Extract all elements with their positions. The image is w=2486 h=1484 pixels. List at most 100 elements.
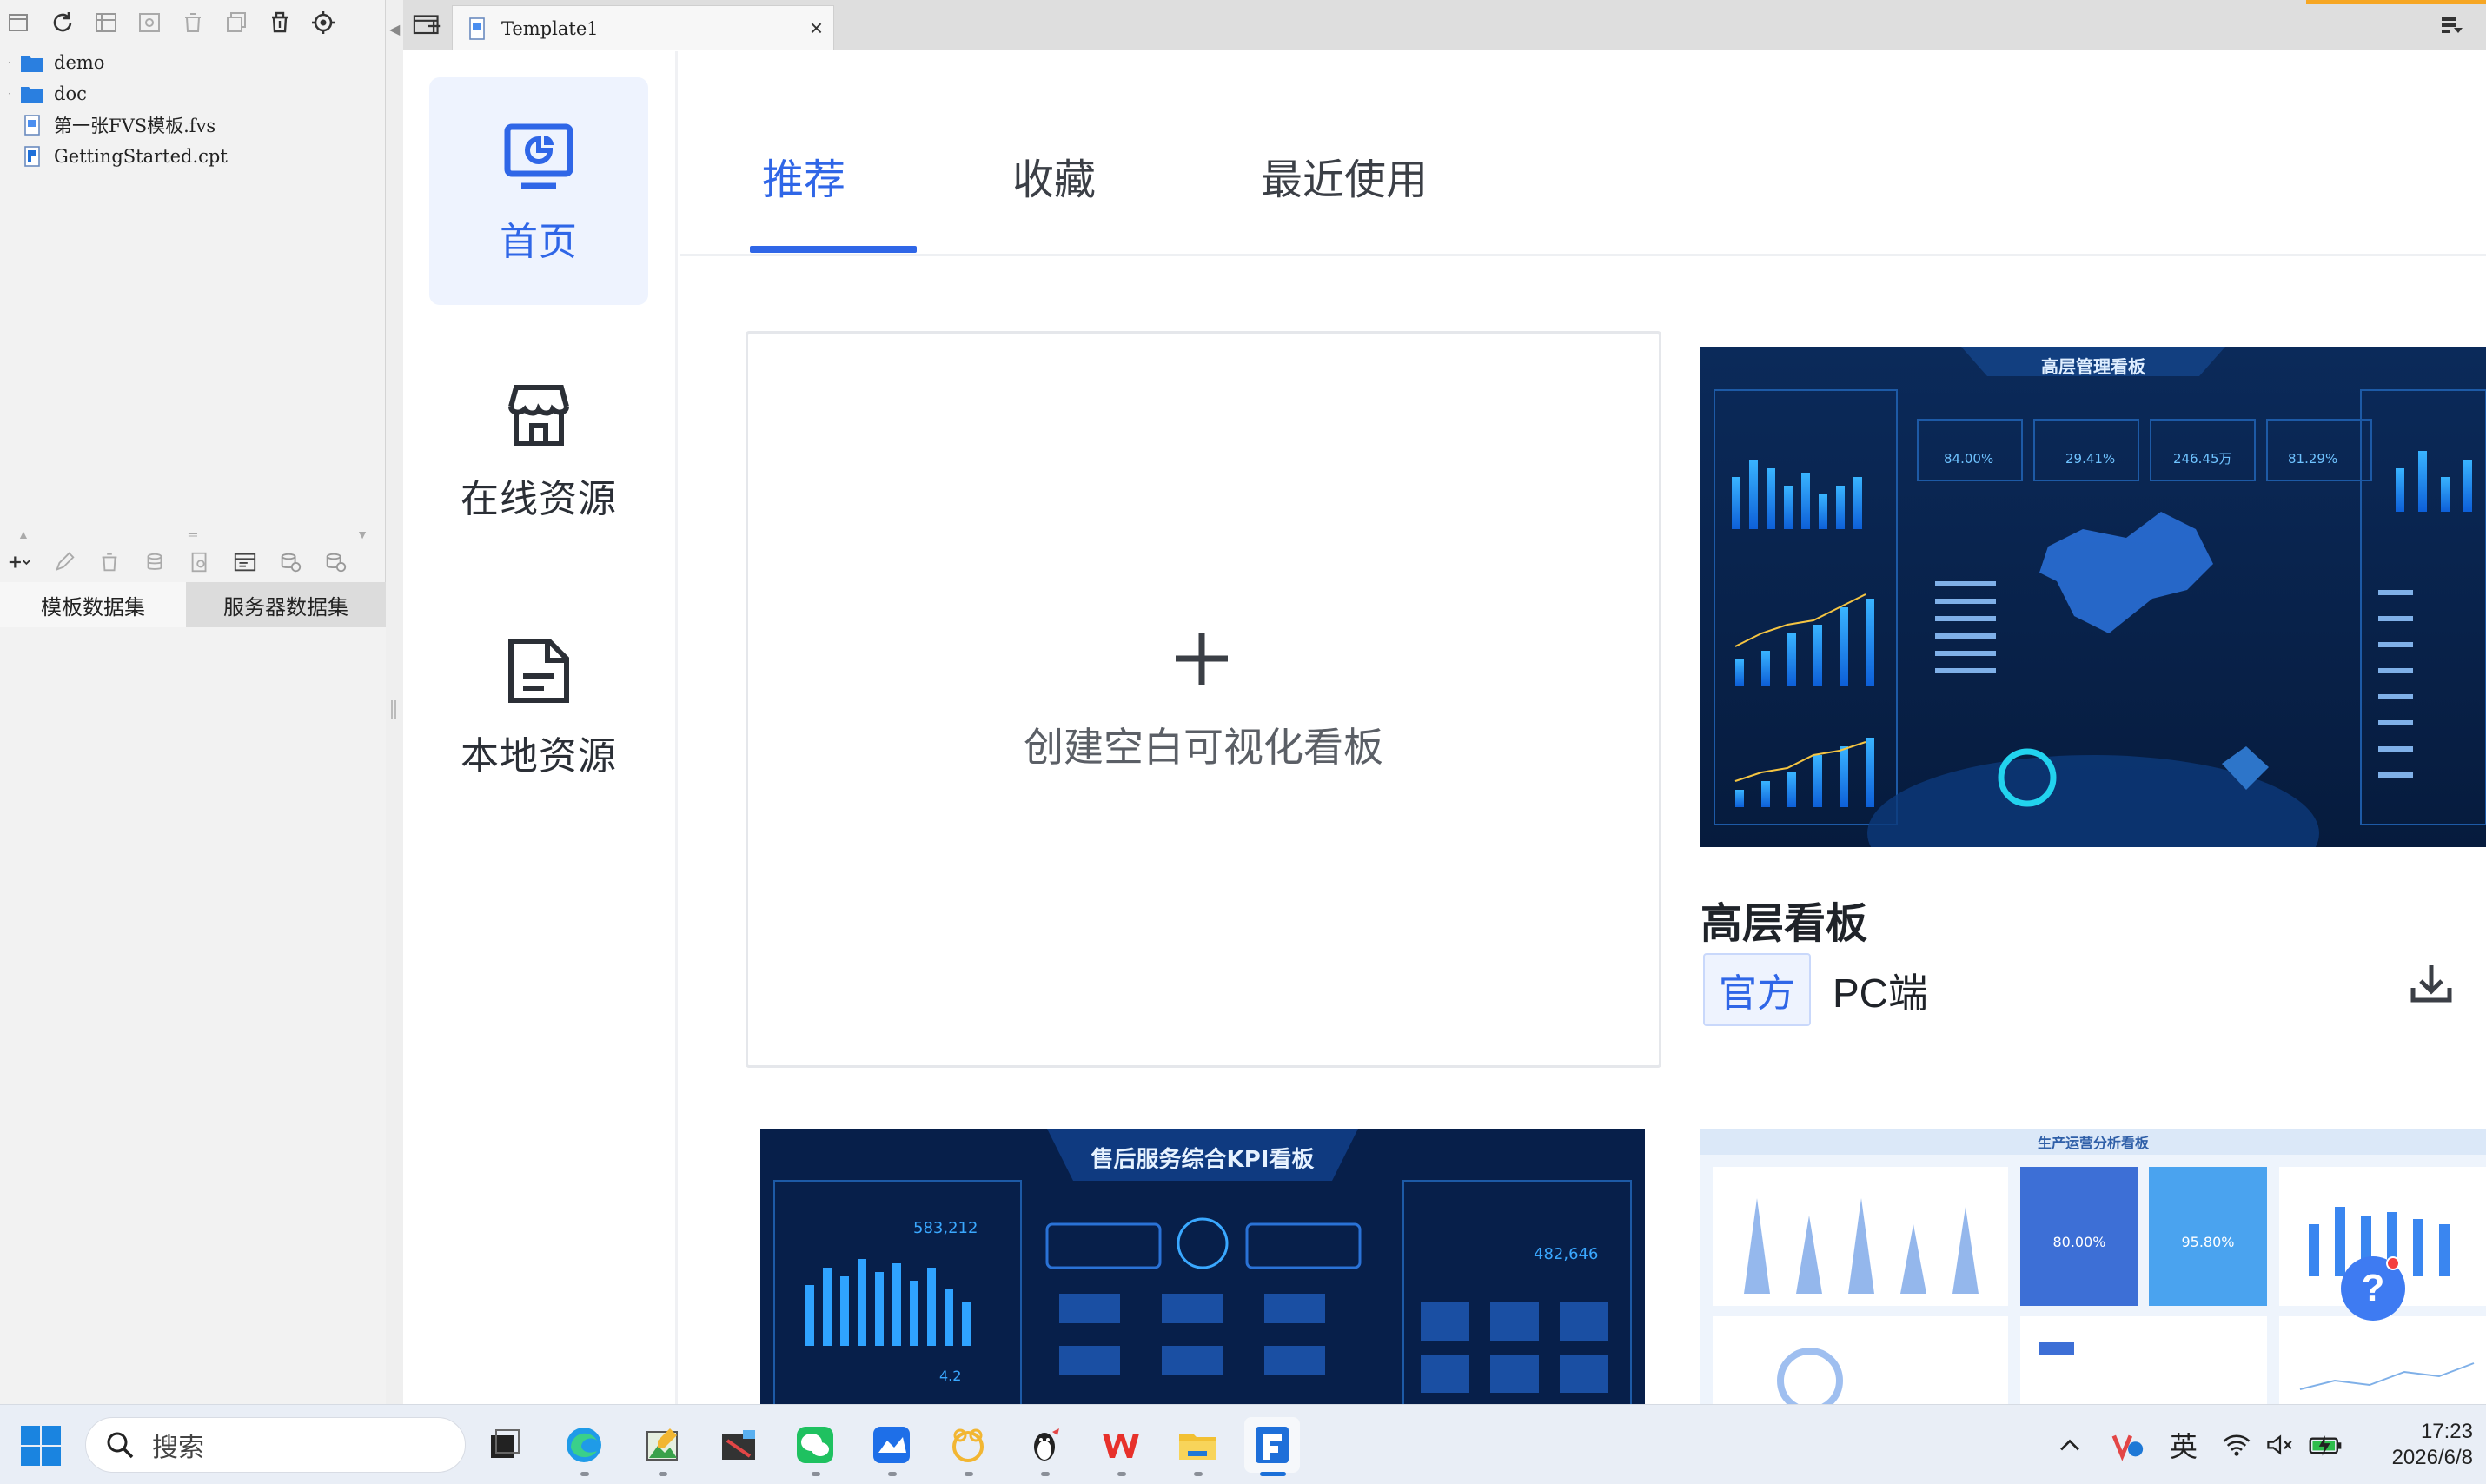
tree-item-label: 第一张FVS模板.fvs <box>54 116 216 136</box>
template-title: 高层看板 <box>1700 901 1868 947</box>
preview-icon[interactable] <box>184 547 215 578</box>
progress-indicator <box>2306 0 2486 4</box>
template-preview-kpi[interactable]: 售后服务综合KPI看板 583,212 4.2 482,646 <box>760 1129 1645 1404</box>
server-settings-icon[interactable] <box>320 547 351 578</box>
kpi-value: 80.00% <box>2052 1234 2105 1250</box>
folder-icon <box>19 83 45 105</box>
yellow-app-icon[interactable] <box>940 1417 996 1476</box>
tab-server-dataset[interactable]: 服务器数据集 <box>186 582 386 627</box>
tab-menu-icon[interactable] <box>2436 12 2466 38</box>
create-blank-dashboard-card[interactable]: 创建空白可视化看板 <box>746 331 1661 1068</box>
image-editor-icon[interactable] <box>634 1417 690 1476</box>
lock-icon[interactable] <box>264 7 295 38</box>
refresh-icon[interactable] <box>47 7 78 38</box>
file-toolbar <box>0 0 386 45</box>
settings-file-icon[interactable] <box>134 7 165 38</box>
tab-recent[interactable]: 最近使用 <box>1261 145 1428 206</box>
wechat-icon[interactable] <box>787 1417 843 1476</box>
left-panel: · demo · doc 第一张FVS模板.fvs GettingStarted… <box>0 0 386 1404</box>
tab-template1[interactable]: Template1 × <box>452 5 834 50</box>
preview-heading: 生产运营分析看板 <box>2038 1135 2150 1151</box>
windows-start-icon[interactable] <box>19 1424 63 1467</box>
kpi-value: 482,646 <box>1534 1245 1598 1263</box>
nav-label: 首页 <box>500 221 578 263</box>
delete-dataset-icon[interactable] <box>94 547 125 578</box>
content-panel: 推荐 收藏 最近使用 创建空白可视化看板 高层管理看板 84.00% 29.41… <box>680 51 2486 1404</box>
dataset-config-icon[interactable] <box>229 547 261 578</box>
finereport-designer-icon[interactable] <box>1244 1417 1300 1476</box>
edit-icon[interactable] <box>49 547 80 578</box>
edge-browser-icon[interactable] <box>556 1417 612 1476</box>
template-preview-executive[interactable]: 高层管理看板 84.00% 29.41% 246.45万 81.29% <box>1700 347 2486 847</box>
delete-icon[interactable] <box>177 7 209 38</box>
cpt-file-icon <box>19 145 45 168</box>
tab-recommended[interactable]: 推荐 <box>762 145 845 206</box>
new-file-icon[interactable] <box>3 7 35 38</box>
vertical-splitter[interactable]: ◀ <box>386 0 403 1404</box>
store-icon <box>508 385 569 446</box>
system-clock[interactable]: 17:23 2026/6/8 <box>2360 1419 2473 1471</box>
penguin-app-icon[interactable] <box>1017 1417 1072 1476</box>
dashboard-preview-thumbnail: 售后服务综合KPI看板 583,212 4.2 482,646 <box>760 1129 1645 1404</box>
grip-handle[interactable] <box>391 700 396 719</box>
copy-icon[interactable] <box>221 7 252 38</box>
tree-item-demo[interactable]: · demo <box>0 47 386 78</box>
active-tab-underline <box>750 246 917 253</box>
locate-icon[interactable] <box>308 7 339 38</box>
tree-item-cpt[interactable]: GettingStarted.cpt <box>0 141 386 172</box>
kpi-value: 84.00% <box>1944 451 1993 467</box>
search-placeholder: 搜索 <box>152 1434 204 1462</box>
nav-label: 本地资源 <box>461 735 617 778</box>
close-tab-icon[interactable]: × <box>810 17 823 39</box>
collapse-down-icon[interactable]: ▼ <box>356 527 368 541</box>
panel-splitter[interactable]: ▲ ═ ▼ <box>0 525 386 544</box>
search-icon <box>107 1432 134 1459</box>
nav-label: 在线资源 <box>461 478 617 520</box>
kpi-value: 4.2 <box>939 1368 961 1384</box>
wifi-icon[interactable] <box>2219 1424 2254 1466</box>
official-badge: 官方 <box>1703 953 1811 1026</box>
open-file-icon[interactable] <box>90 7 122 38</box>
expand-icon[interactable]: · <box>0 88 19 100</box>
folder-icon <box>19 51 45 74</box>
show-hidden-icons[interactable] <box>2058 1424 2082 1466</box>
taskbar-search[interactable]: 搜索 <box>85 1417 466 1473</box>
main-area: 首页 在线资源 本地资源 推荐 收藏 最近使用 创建空白可视化看板 高层管理看板… <box>403 51 2486 1404</box>
wps-office-icon[interactable] <box>1093 1417 1149 1476</box>
tab-favorites[interactable]: 收藏 <box>1012 145 1096 206</box>
battery-charging-icon[interactable] <box>2306 1424 2346 1466</box>
collapse-left-icon[interactable]: ◀ <box>389 21 400 38</box>
taskbar: 搜索 英 17:23 2026/6/8 <box>0 1404 2486 1484</box>
download-icon[interactable] <box>2408 960 2455 1007</box>
lark-icon[interactable] <box>864 1417 919 1476</box>
tab-template-dataset[interactable]: 模板数据集 <box>0 582 186 627</box>
nav-online-resources[interactable]: 在线资源 <box>429 335 648 562</box>
side-nav: 首页 在线资源 本地资源 <box>403 51 678 1404</box>
collapse-up-icon[interactable]: ▲ <box>17 527 30 541</box>
home-chart-icon <box>504 123 573 189</box>
document-tabstrip: Template1 × <box>403 0 2486 50</box>
nav-local-resources[interactable]: 本地资源 <box>429 592 648 819</box>
grip-icon[interactable]: ═ <box>189 527 197 541</box>
dataset-tabs: 模板数据集 服务器数据集 <box>0 582 386 627</box>
database-icon[interactable] <box>139 547 170 578</box>
file-explorer-icon[interactable] <box>1170 1417 1225 1476</box>
dashboard-preview-thumbnail: 高层管理看板 84.00% 29.41% 246.45万 81.29% <box>1700 347 2486 847</box>
kpi-value: 583,212 <box>913 1219 978 1237</box>
tree-item-doc[interactable]: · doc <box>0 78 386 109</box>
nav-home[interactable]: 首页 <box>429 77 648 305</box>
kpi-value: 29.41% <box>2065 451 2115 467</box>
task-view-icon[interactable] <box>476 1417 532 1473</box>
expand-icon[interactable]: · <box>0 56 19 69</box>
new-template-icon[interactable] <box>410 10 445 42</box>
volume-muted-icon[interactable] <box>2263 1424 2297 1466</box>
add-dataset-icon[interactable] <box>3 547 35 578</box>
create-blank-label: 创建空白可视化看板 <box>1024 725 1383 770</box>
ime-indicator[interactable]: 英 <box>2165 1424 2202 1466</box>
file-tree: · demo · doc 第一张FVS模板.fvs GettingStarted… <box>0 47 386 172</box>
tree-item-fvs[interactable]: 第一张FVS模板.fvs <box>0 109 386 141</box>
server-dataset-icon[interactable] <box>275 547 306 578</box>
antivirus-tray-icon[interactable] <box>2110 1424 2146 1466</box>
screenshot-tool-icon[interactable] <box>711 1417 766 1473</box>
app-window: · demo · doc 第一张FVS模板.fvs GettingStarted… <box>0 0 2486 1484</box>
